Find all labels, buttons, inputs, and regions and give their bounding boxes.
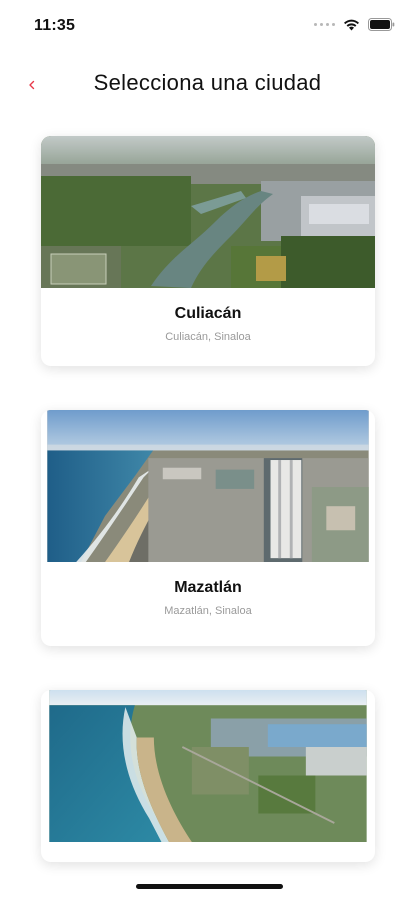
signal-icon xyxy=(314,23,335,26)
status-icons xyxy=(314,18,395,31)
header: Selecciona una ciudad xyxy=(0,60,415,110)
city-name: Culiacán xyxy=(174,305,242,322)
city-subtitle: Mazatlán, Sinaloa xyxy=(164,605,252,617)
home-indicator[interactable] xyxy=(136,884,283,889)
city-card-3[interactable] xyxy=(41,690,375,862)
city-photo-3 xyxy=(49,690,367,842)
status-bar: 11:35 xyxy=(0,0,415,50)
city-subtitle: Culiacán, Sinaloa xyxy=(165,331,251,343)
city-photo-mazatlan xyxy=(47,410,369,562)
battery-icon xyxy=(368,18,395,31)
status-time: 11:35 xyxy=(34,17,76,34)
city-name: Mazatlán xyxy=(174,579,242,596)
city-card-culiacan[interactable]: Culiacán Culiacán, Sinaloa xyxy=(41,136,375,366)
city-card-mazatlan[interactable]: Mazatlán Mazatlán, Sinaloa xyxy=(41,410,375,646)
wifi-icon xyxy=(343,18,360,31)
city-photo-culiacan xyxy=(41,136,375,288)
page-title: Selecciona una ciudad xyxy=(93,70,322,95)
